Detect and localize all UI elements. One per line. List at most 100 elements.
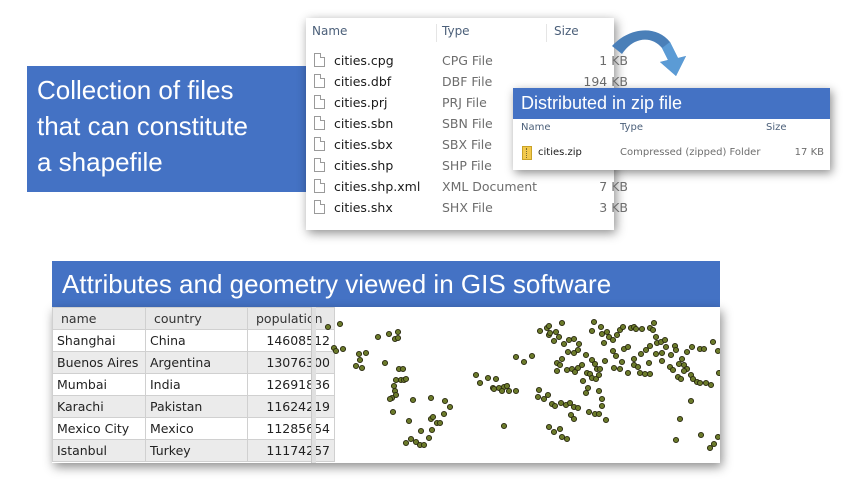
city-point[interactable] — [356, 356, 364, 364]
city-point[interactable] — [546, 329, 554, 337]
city-point[interactable] — [420, 441, 428, 449]
city-point[interactable] — [484, 374, 492, 382]
city-point[interactable] — [417, 427, 425, 435]
city-point[interactable] — [392, 376, 400, 384]
city-point[interactable] — [545, 322, 553, 330]
city-point[interactable] — [661, 336, 669, 344]
city-point[interactable] — [536, 327, 544, 335]
city-point[interactable] — [402, 375, 410, 383]
city-point[interactable] — [667, 351, 675, 359]
city-point[interactable] — [405, 417, 413, 425]
city-point[interactable] — [407, 435, 415, 443]
city-point[interactable] — [446, 403, 454, 411]
city-point[interactable] — [472, 371, 480, 379]
city-point[interactable] — [632, 325, 640, 333]
city-point[interactable] — [707, 381, 715, 389]
city-point[interactable] — [556, 361, 564, 369]
column-header-type[interactable]: Type — [442, 24, 470, 38]
city-point[interactable] — [672, 346, 680, 354]
city-point[interactable] — [555, 333, 563, 341]
city-point[interactable] — [534, 393, 542, 401]
city-point[interactable] — [540, 395, 548, 403]
city-point[interactable] — [669, 366, 677, 374]
city-point[interactable] — [399, 365, 407, 373]
city-point[interactable] — [595, 410, 603, 418]
city-point[interactable] — [336, 320, 344, 328]
city-point[interactable] — [490, 385, 498, 393]
city-point[interactable] — [624, 369, 632, 377]
city-point[interactable] — [570, 335, 578, 343]
city-point[interactable] — [650, 319, 658, 327]
city-point[interactable] — [596, 365, 604, 373]
city-point[interactable] — [675, 360, 683, 368]
city-point[interactable] — [634, 363, 642, 371]
column-divider[interactable] — [436, 24, 437, 42]
city-point[interactable] — [476, 379, 484, 387]
city-point[interactable] — [676, 415, 684, 423]
city-point[interactable] — [610, 364, 618, 372]
city-point[interactable] — [570, 415, 578, 423]
city-point[interactable] — [564, 348, 572, 356]
city-point[interactable] — [394, 328, 402, 336]
city-point[interactable] — [658, 349, 666, 357]
city-point[interactable] — [579, 377, 587, 385]
city-point[interactable] — [613, 331, 621, 339]
city-point[interactable] — [672, 436, 680, 444]
city-point[interactable] — [550, 337, 558, 345]
city-point[interactable] — [598, 402, 606, 410]
city-point[interactable] — [558, 433, 566, 441]
column-header-country[interactable]: country — [145, 307, 248, 330]
city-point[interactable] — [700, 345, 708, 353]
city-point[interactable] — [687, 397, 695, 405]
city-point[interactable] — [374, 333, 382, 341]
city-point[interactable] — [386, 395, 394, 403]
city-point[interactable] — [616, 365, 624, 373]
city-point[interactable] — [560, 340, 568, 348]
city-point[interactable] — [598, 395, 606, 403]
city-point[interactable] — [678, 355, 686, 363]
city-point[interactable] — [339, 345, 347, 353]
city-point[interactable] — [436, 419, 444, 427]
city-point[interactable] — [714, 433, 720, 441]
city-point[interactable] — [358, 364, 366, 372]
city-point[interactable] — [535, 386, 543, 394]
table-row[interactable]: Buenos Aires Argentina 13076300 — [52, 351, 335, 374]
city-point[interactable] — [505, 387, 513, 395]
city-point[interactable] — [619, 323, 627, 331]
column-header-type[interactable]: Type — [620, 122, 643, 133]
city-point[interactable] — [688, 343, 696, 351]
city-point[interactable] — [591, 360, 599, 368]
city-point[interactable] — [551, 402, 559, 410]
city-point[interactable] — [677, 375, 685, 383]
city-point[interactable] — [649, 326, 657, 334]
city-point[interactable] — [528, 352, 536, 360]
city-point[interactable] — [362, 349, 370, 357]
city-point[interactable] — [646, 370, 654, 378]
city-point[interactable] — [544, 391, 552, 399]
table-row[interactable]: Mexico City Mexico 11285654 — [52, 417, 335, 440]
city-point[interactable] — [512, 387, 520, 395]
city-points-map[interactable] — [316, 307, 720, 463]
city-point[interactable] — [558, 319, 566, 327]
city-point[interactable] — [696, 379, 704, 387]
column-header-size[interactable]: Size — [766, 122, 787, 133]
table-row[interactable]: Istanbul Turkey 11174257 — [52, 439, 335, 462]
city-point[interactable] — [624, 343, 632, 351]
city-point[interactable] — [662, 343, 670, 351]
city-point[interactable] — [570, 349, 578, 357]
zip-file-row[interactable]: cities.zip Compressed (zipped) Folder 17… — [513, 144, 830, 162]
city-point[interactable] — [697, 431, 705, 439]
city-point[interactable] — [584, 384, 592, 392]
city-point[interactable] — [520, 358, 528, 366]
city-point[interactable] — [557, 399, 565, 407]
table-row[interactable]: Mumbai India 12691836 — [52, 373, 335, 396]
city-point[interactable] — [385, 330, 393, 338]
city-point[interactable] — [394, 334, 402, 342]
city-point[interactable] — [658, 357, 666, 365]
city-point[interactable] — [553, 367, 561, 375]
city-point[interactable] — [618, 358, 626, 366]
city-point[interactable] — [680, 367, 688, 375]
city-point[interactable] — [582, 389, 590, 397]
city-point[interactable] — [402, 439, 410, 447]
city-point[interactable] — [652, 333, 660, 341]
